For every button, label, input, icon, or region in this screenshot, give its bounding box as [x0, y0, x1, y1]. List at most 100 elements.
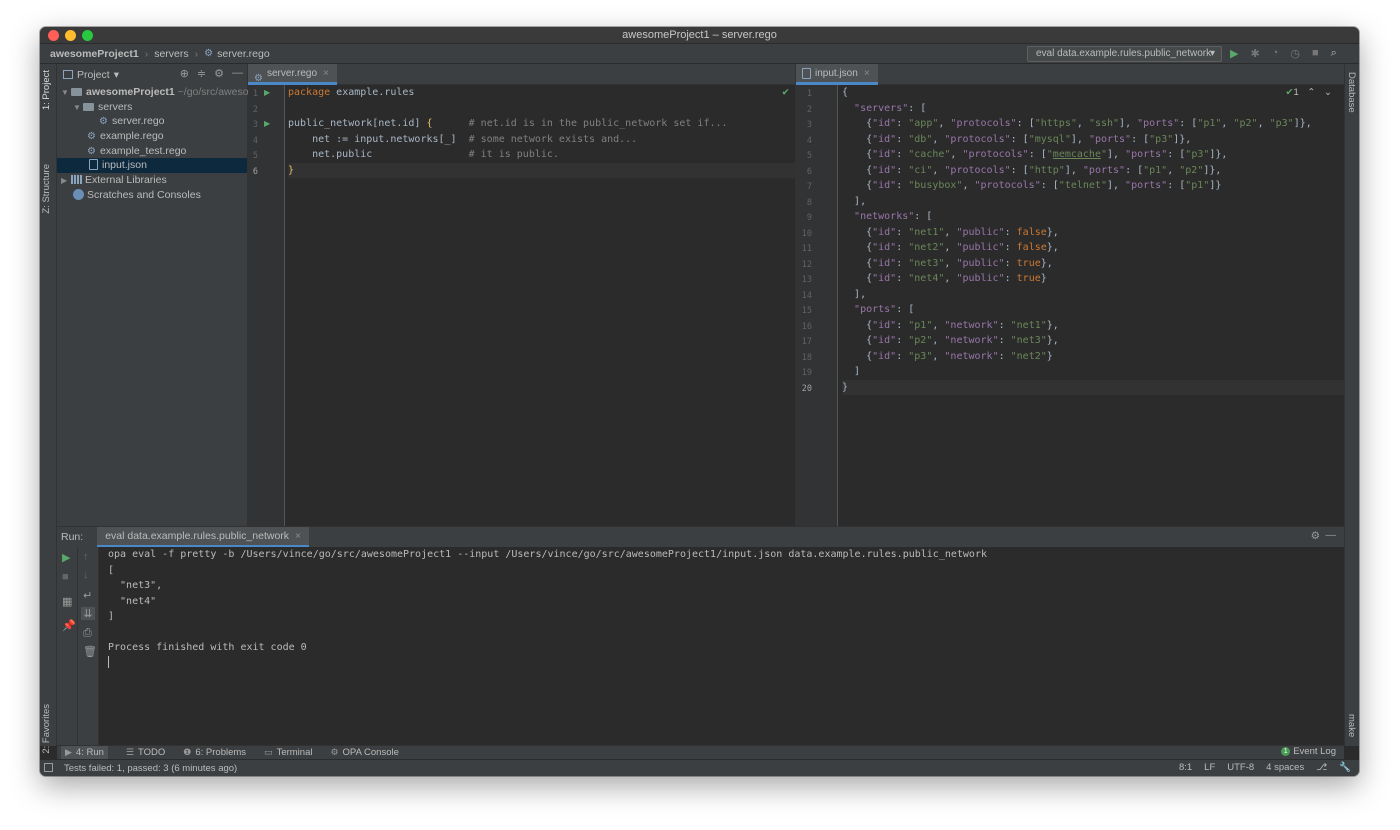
run-gutter-icon[interactable]: ▶: [264, 88, 270, 97]
collapse-all-icon[interactable]: ≑: [197, 67, 206, 80]
code-key: "protocols": [974, 180, 1041, 191]
tree-item-example-rego[interactable]: ⚙ example.rego: [57, 129, 247, 144]
print-icon[interactable]: ⎙: [83, 627, 92, 640]
editor-code[interactable]: ✔1 ⌃ ⌄ { "servers": [ {"id": "app", "pro…: [842, 85, 1344, 526]
console-output[interactable]: opa eval -f pretty -b /Users/vince/go/sr…: [108, 547, 1344, 745]
code-string: "p1": [908, 319, 933, 331]
tool-window-todo[interactable]: ☰ TODO: [126, 747, 165, 758]
tree-item-server-rego[interactable]: ⚙ server.rego: [57, 114, 247, 129]
rerun-icon[interactable]: ▶: [62, 551, 70, 564]
project-view-select[interactable]: Project: [77, 69, 110, 81]
minimize-icon[interactable]: —: [1326, 529, 1337, 541]
minimize-window-button[interactable]: [65, 30, 76, 41]
chevron-right-icon[interactable]: ▶: [61, 174, 71, 189]
code-key: "id": [872, 118, 897, 129]
tree-item-external-libraries[interactable]: ▶ External Libraries: [57, 173, 247, 188]
breadcrumb-file[interactable]: server.rego: [217, 48, 270, 60]
tree-item-scratches[interactable]: Scratches and Consoles: [57, 188, 247, 203]
line-separator[interactable]: LF: [1204, 762, 1215, 773]
run-configuration-select[interactable]: eval data.example.rules.public_network ▾: [1027, 46, 1222, 62]
indent-setting[interactable]: 4 spaces: [1266, 762, 1304, 773]
code-token: :: [998, 335, 1011, 346]
line-number: 12: [801, 259, 812, 270]
status-toggle-icon[interactable]: [44, 763, 53, 772]
close-icon[interactable]: ×: [295, 530, 301, 542]
project-panel: Project ▾ ⊕ ≑ ⚙ — ▼ awesomeProject1 ~/go/…: [57, 64, 249, 526]
event-log-button[interactable]: 1 Event Log: [1281, 746, 1336, 757]
code-token: ,: [1125, 118, 1138, 129]
close-icon[interactable]: ×: [323, 63, 329, 84]
run-panel-label: Run:: [61, 531, 84, 543]
trash-icon[interactable]: 🗑: [83, 645, 97, 658]
close-window-button[interactable]: [48, 30, 59, 41]
zoom-window-button[interactable]: [82, 30, 93, 41]
arrow-up-icon[interactable]: ↑: [83, 551, 89, 563]
file-encoding[interactable]: UTF-8: [1227, 762, 1254, 773]
run-gutter-icon[interactable]: ▶: [264, 119, 270, 128]
code-token: ,: [938, 118, 951, 129]
code-key: "id": [872, 257, 897, 269]
breadcrumb-folder[interactable]: servers: [154, 48, 188, 60]
database-tool-tab[interactable]: Database: [1346, 72, 1357, 113]
gear-icon[interactable]: ⚙: [214, 67, 224, 80]
chevron-down-icon[interactable]: ▼: [61, 86, 71, 101]
stop-icon[interactable]: ■: [62, 571, 69, 583]
chevron-down-icon[interactable]: ▾: [114, 69, 119, 81]
pin-icon[interactable]: 📌: [62, 619, 76, 632]
tab-server-rego[interactable]: ⚙ server.rego ×: [248, 64, 337, 85]
code-comment: # some network exists and...: [468, 133, 638, 145]
chevron-down-icon[interactable]: ▼: [73, 101, 83, 116]
git-icon[interactable]: ⎇: [1316, 762, 1327, 773]
code-token: },: [1046, 242, 1059, 253]
make-tool-tab[interactable]: make: [1346, 714, 1357, 737]
code-string: "p3": [1185, 149, 1210, 160]
code-token: ,: [932, 350, 945, 362]
code-token: :: [1004, 257, 1017, 269]
breadcrumb-separator-icon: ›: [194, 47, 199, 60]
tool-window-terminal[interactable]: ▭ Terminal: [264, 747, 312, 758]
debug-icon[interactable]: ✱: [1250, 47, 1259, 60]
stop-icon[interactable]: ■: [1312, 47, 1319, 60]
line-number: 2: [252, 104, 258, 115]
warning-icon: ❶: [183, 747, 192, 757]
code-token: ,: [1076, 133, 1089, 145]
tree-item-servers[interactable]: ▼ servers: [57, 100, 247, 115]
project-tool-tab[interactable]: 1: Project: [41, 70, 52, 110]
status-message[interactable]: Tests failed: 1, passed: 3 (6 minutes ag…: [64, 763, 237, 774]
line-number: 2: [806, 104, 812, 115]
run-tab[interactable]: eval data.example.rules.public_network ×: [97, 527, 310, 547]
code-line: net := input.networks[_] # some network …: [288, 132, 795, 148]
code-key: "ports": [1088, 133, 1132, 145]
breadcrumb-project[interactable]: awesomeProject1: [50, 48, 139, 60]
tree-item-input-json[interactable]: input.json: [57, 158, 247, 174]
event-count-badge: 1: [1281, 747, 1291, 756]
gear-icon[interactable]: ⚙: [1311, 530, 1320, 542]
close-icon[interactable]: ×: [864, 63, 870, 84]
search-icon[interactable]: ⌕: [1331, 47, 1337, 60]
minimize-icon[interactable]: —: [232, 67, 243, 80]
line-number: 19: [801, 368, 812, 378]
wrench-icon[interactable]: 🔧: [1339, 762, 1351, 773]
arrow-down-icon[interactable]: ↓: [83, 569, 89, 581]
profile-icon[interactable]: ◷: [1290, 47, 1300, 60]
code-token: ]}: [1209, 180, 1222, 191]
tool-window-problems[interactable]: ❶ 6: Problems: [183, 747, 246, 758]
caret-position[interactable]: 8:1: [1179, 762, 1192, 773]
tool-window-run[interactable]: ▶ 4: Run: [61, 745, 108, 760]
tab-input-json[interactable]: input.json ×: [796, 64, 878, 85]
code-line: ]: [842, 364, 1344, 380]
layout-icon[interactable]: ▦: [62, 595, 72, 608]
favorites-tool-tab[interactable]: 2: Favorites: [41, 704, 52, 754]
tree-item-root[interactable]: ▼ awesomeProject1 ~/go/src/aweso: [57, 85, 249, 101]
line-number: 15: [801, 306, 812, 316]
run-icon[interactable]: ▶: [1230, 47, 1238, 60]
tree-item-example-test[interactable]: ⚙ example_test.rego: [57, 144, 247, 159]
structure-tool-tab[interactable]: Z: Structure: [41, 164, 52, 214]
locate-icon[interactable]: ⊕: [180, 67, 189, 80]
editor-tab-bar: ⚙ server.rego ×: [248, 64, 795, 85]
soft-wrap-icon[interactable]: ↵: [83, 589, 92, 602]
editor-code[interactable]: ✔ package example.rules public_network[n…: [288, 85, 795, 526]
scroll-to-end-icon[interactable]: ⇊: [81, 607, 95, 620]
tool-window-opa-console[interactable]: ⚙ OPA Console: [330, 747, 398, 758]
coverage-icon[interactable]: ◔: [1272, 47, 1279, 60]
